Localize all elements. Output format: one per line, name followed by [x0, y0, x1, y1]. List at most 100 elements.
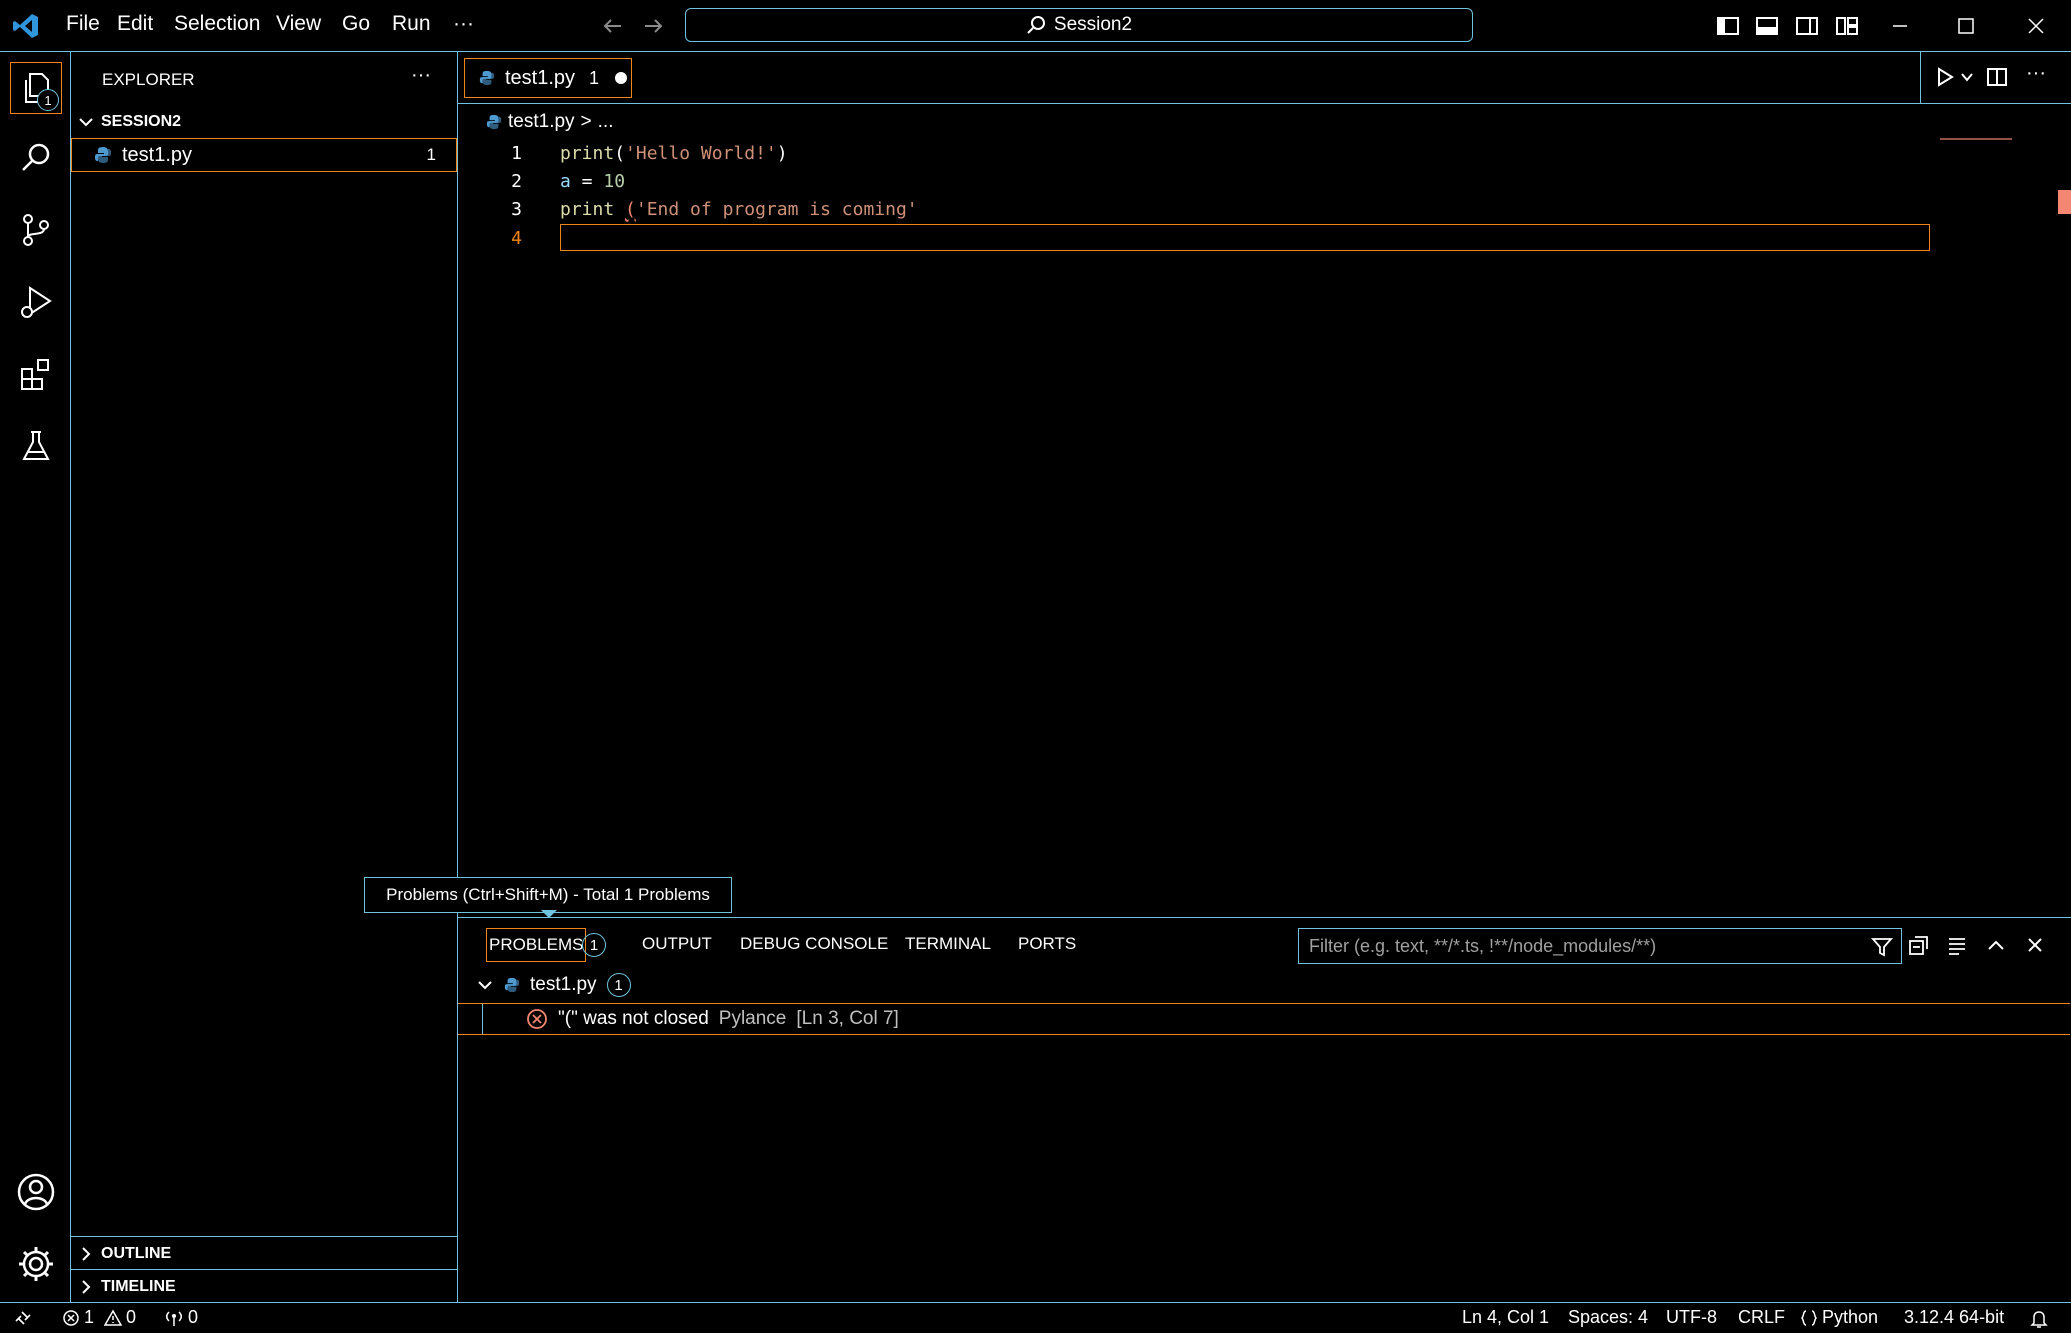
- activity-explorer[interactable]: 1: [10, 62, 62, 114]
- minimap-error-marker: [1940, 138, 2012, 140]
- forward-arrow-icon[interactable]: [641, 14, 665, 38]
- command-center-label: Session2: [1053, 14, 1133, 35]
- activity-source-control[interactable]: [10, 204, 62, 256]
- file-test1-py[interactable]: test1.py 1: [71, 138, 457, 172]
- chevron-down-icon[interactable]: [1960, 70, 1974, 84]
- file-name: test1.py: [122, 143, 193, 166]
- close-panel-icon[interactable]: [2024, 934, 2046, 956]
- tab-output[interactable]: OUTPUT: [642, 934, 712, 954]
- breadcrumb-separator: >: [580, 111, 592, 132]
- explorer-title: EXPLORER: [102, 70, 195, 89]
- command-center[interactable]: Session2: [685, 8, 1473, 42]
- activity-accounts[interactable]: [10, 1166, 62, 1218]
- tab-problems[interactable]: PROBLEMS: [486, 928, 587, 962]
- tab-label: test1.py: [505, 66, 576, 89]
- tab-test1-py[interactable]: test1.py 1: [464, 58, 632, 98]
- menu-selection[interactable]: Selection: [174, 12, 260, 36]
- code-line[interactable]: 1 print('Hello World!'): [458, 139, 1928, 167]
- run-python-file-icon[interactable]: [1934, 66, 1956, 88]
- timeline-title: TIMELINE: [101, 1278, 176, 1295]
- code-text: a = 10: [560, 171, 625, 192]
- line-number: 1: [511, 142, 522, 164]
- breadcrumb: test1.py > ...: [486, 106, 614, 138]
- problems-file-row[interactable]: test1.py 1: [476, 970, 631, 1000]
- cursor-position[interactable]: Ln 4, Col 1: [1462, 1307, 1549, 1328]
- collapse-all-icon[interactable]: [1908, 934, 1930, 956]
- filter-icon[interactable]: [1871, 936, 1893, 958]
- ports-status[interactable]: 0: [164, 1307, 198, 1328]
- language-mode[interactable]: Python: [1800, 1307, 1878, 1328]
- menu-go[interactable]: Go: [342, 12, 370, 36]
- tab-ports[interactable]: PORTS: [1018, 934, 1076, 954]
- extensions-icon: [18, 356, 54, 392]
- notifications-bell-icon[interactable]: [2030, 1309, 2048, 1329]
- indentation[interactable]: Spaces: 4: [1568, 1307, 1648, 1328]
- toggle-primary-sidebar-icon[interactable]: [1716, 14, 1740, 38]
- back-arrow-icon[interactable]: [601, 14, 625, 38]
- activity-testing[interactable]: [10, 420, 62, 472]
- code-line[interactable]: 3 print ('End of program is coming': [458, 195, 1928, 223]
- split-editor-icon[interactable]: [1986, 66, 2008, 88]
- activity-extensions[interactable]: [10, 348, 62, 400]
- customize-layout-icon[interactable]: [1835, 14, 1859, 38]
- unsaved-dot-icon[interactable]: [615, 72, 628, 84]
- section-timeline[interactable]: TIMELINE: [77, 1273, 176, 1301]
- problem-item[interactable]: "(" was not closed Pylance [Ln 3, Col 7]: [458, 1003, 2070, 1035]
- breadcrumb-symbols[interactable]: ...: [598, 111, 614, 133]
- problems-filter-input[interactable]: Filter (e.g. text, **/*.ts, !**/node_mod…: [1298, 928, 1902, 964]
- folder-session2[interactable]: SESSION2: [77, 109, 455, 135]
- editor-tab-bar: test1.py 1 ···: [458, 52, 2071, 104]
- code-token: ): [776, 142, 788, 164]
- tab-debug-console[interactable]: DEBUG CONSOLE: [740, 934, 888, 954]
- accounts-icon: [16, 1172, 56, 1212]
- status-bar: 1 0 0 Ln 4, Col 1 Spaces: 4 UTF-8 CRLF P…: [0, 1302, 2071, 1333]
- tab-terminal[interactable]: TERMINAL: [905, 934, 991, 954]
- menu-run[interactable]: Run: [392, 12, 431, 36]
- view-as-tree-icon[interactable]: [1946, 934, 1968, 956]
- chevron-right-icon: [77, 1245, 95, 1263]
- bottom-panel: PROBLEMS 1 OUTPUT DEBUG CONSOLE TERMINAL…: [458, 917, 2071, 1302]
- problems-status[interactable]: 1 0: [62, 1307, 136, 1328]
- encoding[interactable]: UTF-8: [1666, 1307, 1717, 1328]
- section-outline[interactable]: OUTLINE: [77, 1240, 171, 1268]
- remote-indicator-icon[interactable]: [14, 1309, 32, 1327]
- maximize-panel-icon[interactable]: [1985, 934, 2007, 956]
- toggle-panel-icon[interactable]: [1755, 14, 1779, 38]
- code-token: 'End of program is coming': [635, 198, 918, 220]
- breadcrumb-file[interactable]: test1.py: [508, 111, 575, 133]
- activity-search[interactable]: [10, 132, 62, 184]
- close-icon[interactable]: [2024, 14, 2048, 38]
- code-token: =: [570, 170, 604, 192]
- minimize-icon[interactable]: [1888, 14, 1912, 38]
- search-icon: [18, 140, 54, 176]
- outline-title: OUTLINE: [101, 1245, 172, 1262]
- menu-view[interactable]: View: [276, 12, 321, 36]
- search-icon: [1026, 15, 1046, 35]
- editor-more-actions[interactable]: ···: [2026, 62, 2046, 85]
- menu-more[interactable]: ···: [453, 12, 474, 36]
- activity-manage[interactable]: [10, 1238, 62, 1290]
- explorer-more-actions[interactable]: ···: [411, 64, 431, 87]
- activity-bar: 1: [0, 52, 71, 1302]
- code-token: a: [560, 170, 571, 192]
- menu-edit[interactable]: Edit: [117, 12, 153, 36]
- ports-count: 0: [188, 1307, 199, 1327]
- end-of-line[interactable]: CRLF: [1738, 1307, 1785, 1328]
- problems-tooltip: Problems (Ctrl+Shift+M) - Total 1 Proble…: [364, 877, 732, 913]
- code-token: 10: [603, 170, 626, 192]
- python-file-icon: [94, 146, 112, 164]
- divider: [71, 1236, 457, 1237]
- python-interpreter[interactable]: 3.12.4 64-bit: [1904, 1307, 2004, 1328]
- code-token: 'Hello World!': [625, 142, 777, 164]
- error-icon: [62, 1309, 80, 1327]
- toggle-secondary-sidebar-icon[interactable]: [1795, 14, 1819, 38]
- code-line[interactable]: 2 a = 10: [458, 167, 1928, 195]
- maximize-icon[interactable]: [1954, 14, 1978, 38]
- language-label: Python: [1822, 1307, 1879, 1327]
- problems-file-name: test1.py: [530, 974, 597, 995]
- menu-file[interactable]: File: [66, 12, 100, 36]
- chevron-down-icon: [476, 976, 494, 994]
- activity-run-debug[interactable]: [10, 276, 62, 328]
- source-control-icon: [18, 212, 54, 248]
- divider: [1920, 52, 1921, 103]
